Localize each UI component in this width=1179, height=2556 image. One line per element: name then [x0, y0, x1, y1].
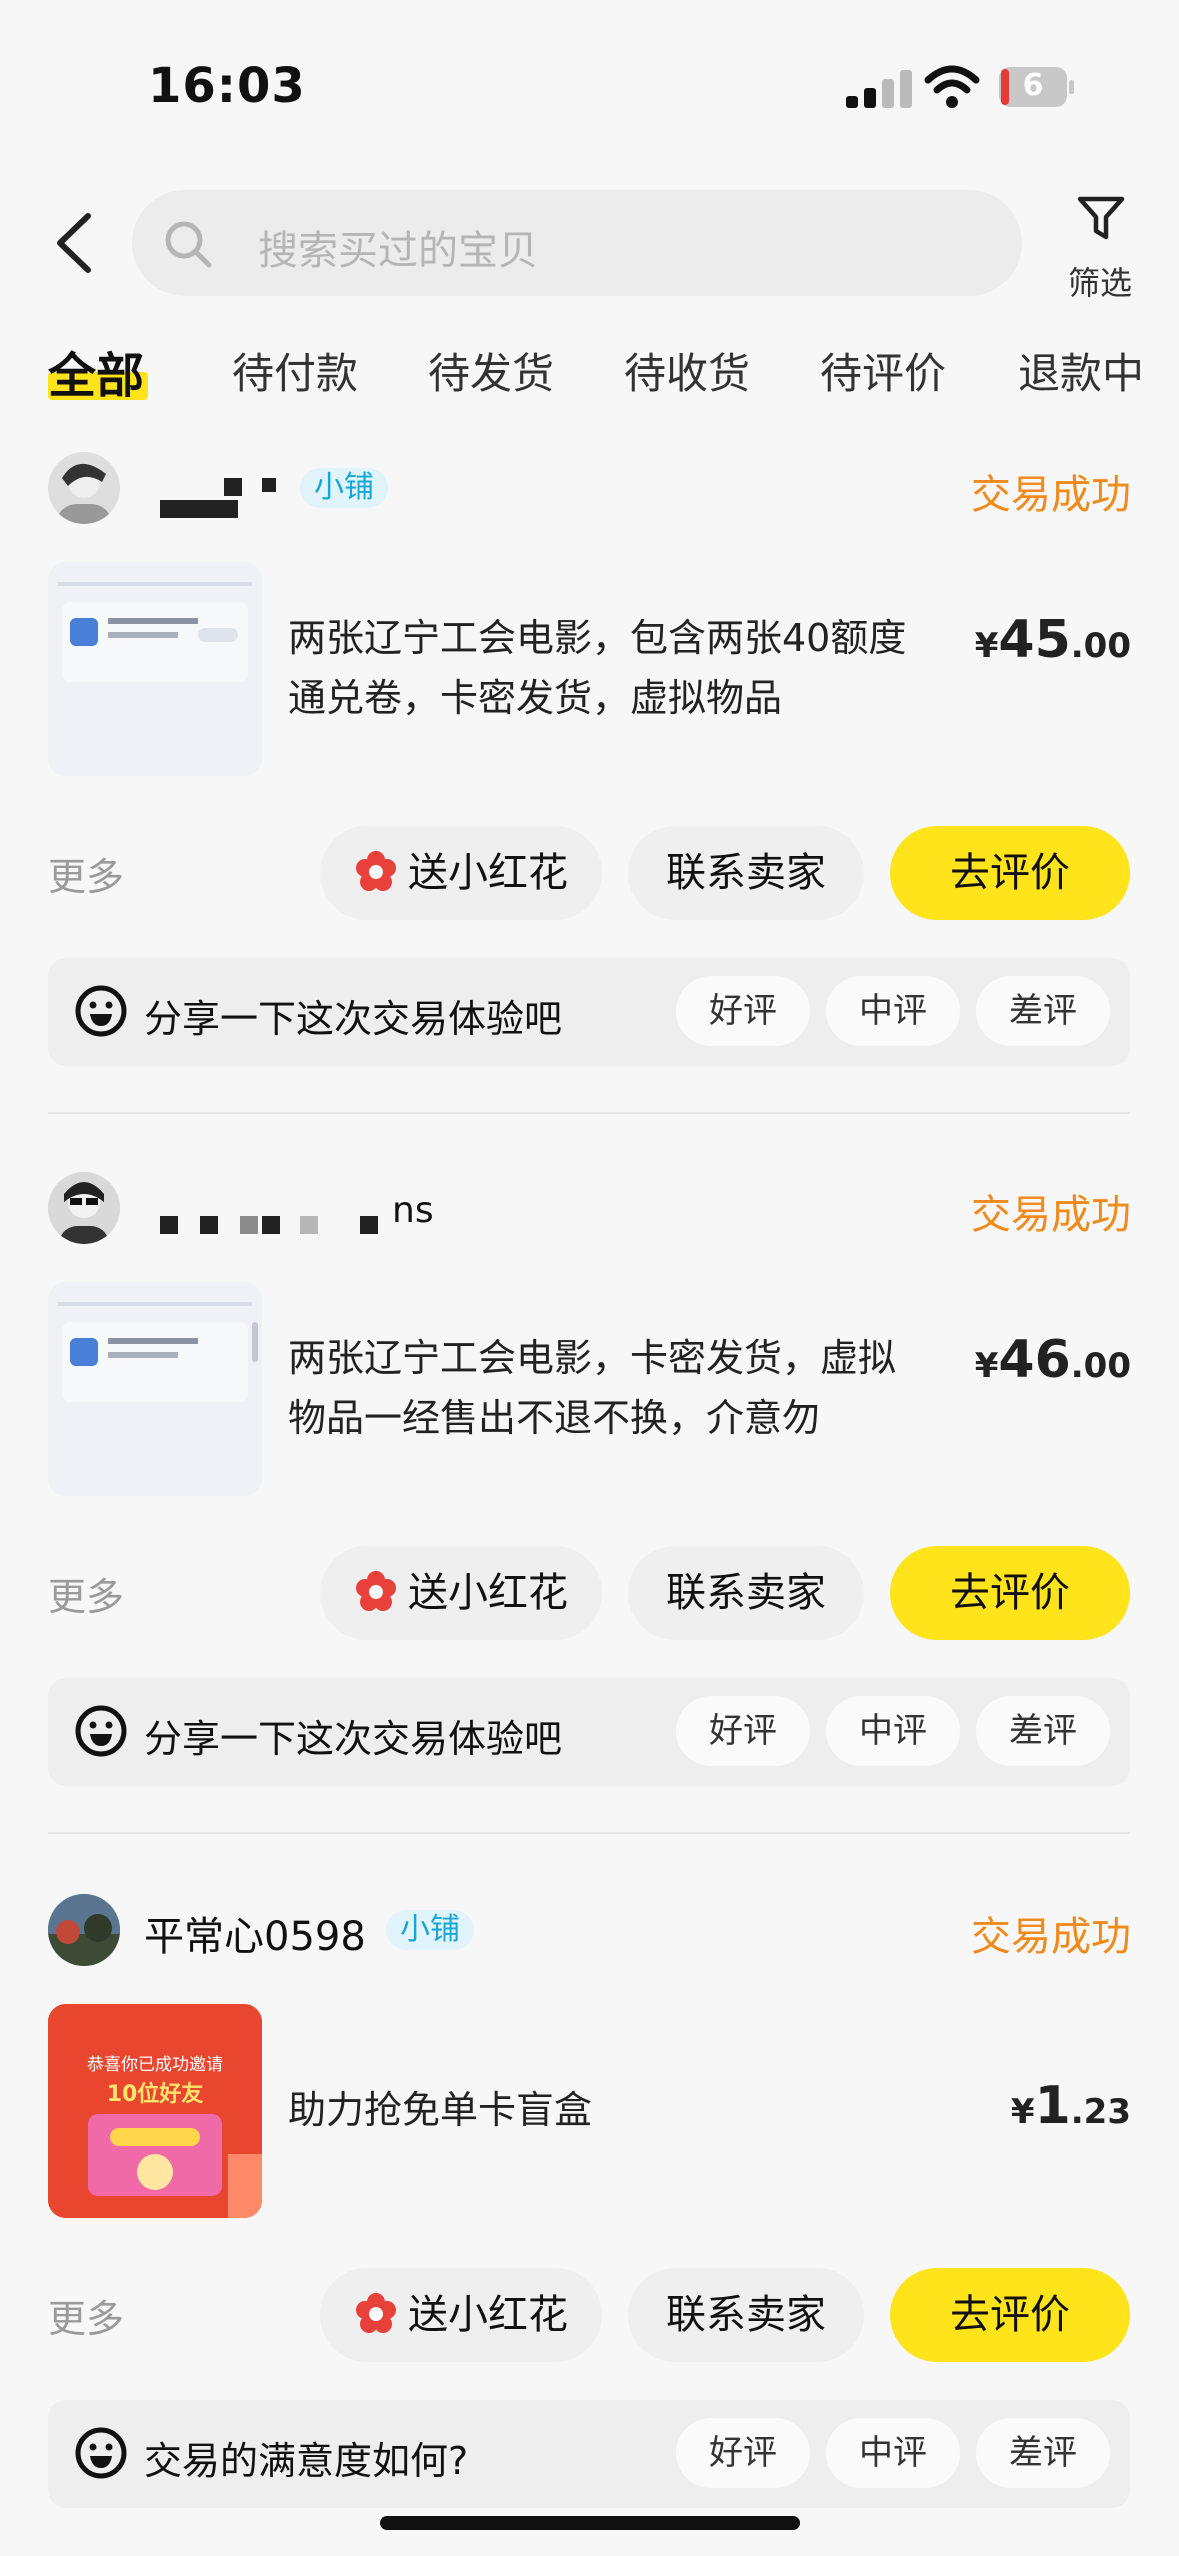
send-flower-button[interactable]: 送小红花	[320, 2268, 602, 2362]
review-prompt-text: 分享一下这次交易体验吧	[144, 997, 563, 1041]
review-button[interactable]: 去评价	[890, 826, 1130, 920]
product-title[interactable]: 助力抢免单卡盲盒	[288, 2080, 928, 2140]
order-price: ¥46.00	[974, 1330, 1131, 1390]
search-icon	[165, 221, 212, 268]
tab-all[interactable]: 全部	[48, 336, 144, 406]
seller-name-redacted	[200, 1216, 218, 1234]
seller-name-redacted	[240, 1216, 258, 1234]
contact-seller-button[interactable]: 联系卖家	[628, 2268, 864, 2362]
more-button[interactable]: 更多	[48, 846, 124, 901]
rating-bad[interactable]: 差评	[976, 2418, 1110, 2488]
seller-name[interactable]: 平常心0598	[144, 1904, 366, 1962]
order-price: ¥1.23	[1010, 2076, 1131, 2136]
search-placeholder: 搜索买过的宝贝	[258, 228, 538, 274]
order-divider	[48, 1112, 1130, 1114]
tab-pending-review[interactable]: 待评价	[820, 340, 946, 401]
rating-bad[interactable]: 差评	[976, 1696, 1110, 1766]
contact-seller-button[interactable]: 联系卖家	[628, 1546, 864, 1640]
order-status: 交易成功	[971, 472, 1131, 518]
flower-icon	[356, 2293, 396, 2333]
order-divider	[48, 1832, 1130, 1834]
seller-name-redacted	[160, 1216, 178, 1234]
more-button[interactable]: 更多	[48, 2288, 124, 2343]
thumb-caption: 10位好友	[106, 2082, 204, 2107]
review-button[interactable]: 去评价	[890, 1546, 1130, 1640]
smiley-icon	[75, 985, 127, 1037]
rating-neutral[interactable]: 中评	[826, 1696, 960, 1766]
rating-good[interactable]: 好评	[676, 976, 810, 1046]
review-prompt-text: 分享一下这次交易体验吧	[144, 1717, 563, 1761]
filter-icon[interactable]	[1076, 195, 1126, 241]
seller-avatar[interactable]	[48, 1894, 120, 1966]
flower-icon	[356, 1571, 396, 1611]
thumb-caption: 恭喜你已成功邀请	[87, 2055, 223, 2075]
order-status: 交易成功	[971, 1192, 1131, 1238]
order-price: ¥45.00	[974, 610, 1131, 670]
rating-good[interactable]: 好评	[676, 1696, 810, 1766]
contact-seller-button[interactable]: 联系卖家	[628, 826, 864, 920]
product-thumbnail[interactable]	[48, 1282, 262, 1496]
seller-name-redacted	[262, 1216, 280, 1234]
wifi-icon	[924, 65, 980, 108]
product-title[interactable]: 两张辽宁工会电影，包含两张40额度通兑卷，卡密发货，虚拟物品	[288, 608, 928, 728]
battery-icon: 6	[998, 66, 1076, 108]
review-button[interactable]: 去评价	[890, 2268, 1130, 2362]
flower-icon	[356, 851, 396, 891]
rating-good[interactable]: 好评	[676, 2418, 810, 2488]
order-status: 交易成功	[971, 1914, 1131, 1960]
review-prompt-text: 交易的满意度如何?	[144, 2439, 469, 2483]
more-button[interactable]: 更多	[48, 1566, 124, 1621]
smiley-icon	[75, 2427, 127, 2479]
product-title[interactable]: 两张辽宁工会电影，卡密发货，虚拟物品一经售出不退不换，介意勿	[288, 1328, 928, 1448]
smiley-icon	[75, 1705, 127, 1757]
seller-name-redacted	[300, 1216, 318, 1234]
seller-name-redacted	[160, 500, 238, 518]
send-flower-button[interactable]: 送小红花	[320, 826, 602, 920]
send-flower-button[interactable]: 送小红花	[320, 1546, 602, 1640]
rating-neutral[interactable]: 中评	[826, 2418, 960, 2488]
shop-badge: 小铺	[386, 1910, 474, 1950]
filter-label[interactable]: 筛选	[1068, 258, 1132, 304]
rating-bad[interactable]: 差评	[976, 976, 1110, 1046]
seller-avatar[interactable]	[48, 1172, 120, 1244]
home-indicator[interactable]	[380, 2516, 800, 2530]
seller-name-redacted	[224, 478, 242, 496]
seller-name-redacted	[360, 1216, 378, 1234]
back-icon[interactable]	[50, 210, 98, 276]
seller-name-redacted	[262, 478, 276, 492]
battery-level: 6	[1022, 68, 1044, 103]
product-thumbnail[interactable]	[48, 562, 262, 776]
tab-pending-shipment[interactable]: 待发货	[428, 340, 554, 401]
rating-neutral[interactable]: 中评	[826, 976, 960, 1046]
seller-avatar[interactable]	[48, 452, 120, 524]
tab-pending-payment[interactable]: 待付款	[232, 340, 358, 401]
shop-badge: 小铺	[300, 468, 388, 508]
seller-name[interactable]: ns	[392, 1190, 434, 1231]
product-thumbnail[interactable]: 恭喜你已成功邀请 10位好友	[48, 2004, 262, 2218]
status-time: 16:03	[148, 58, 306, 114]
cellular-signal-icon	[846, 70, 912, 108]
tab-pending-receipt[interactable]: 待收货	[624, 340, 750, 401]
tab-refunding[interactable]: 退款中	[1018, 340, 1144, 401]
